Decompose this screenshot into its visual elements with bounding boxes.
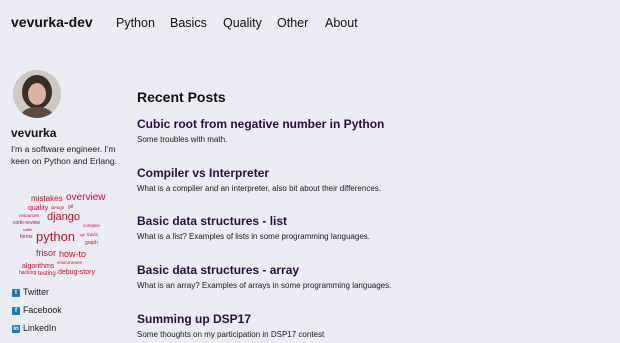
post-item: Basic data structures - array What is an… xyxy=(137,263,607,290)
tag-travis[interactable]: travis xyxy=(87,232,98,238)
post-title[interactable]: Cubic root from negative number in Pytho… xyxy=(137,117,607,131)
top-navigation: vevurka-dev Python Basics Quality Other … xyxy=(0,0,620,48)
post-description: What is a compiler and an interpreter, a… xyxy=(137,184,381,193)
tag-algorithms[interactable]: algorithms xyxy=(22,263,54,270)
tag-quality[interactable]: quality xyxy=(28,205,48,212)
social-linkedin-label[interactable]: LinkedIn xyxy=(23,323,56,333)
tag-design[interactable]: design xyxy=(51,205,64,211)
nav-item-other[interactable]: Other xyxy=(277,16,308,30)
tag-overview[interactable]: overview xyxy=(66,193,105,203)
tag-complex[interactable]: complex xyxy=(83,223,100,229)
tag-graph[interactable]: graph xyxy=(85,241,98,246)
nav-item-basics[interactable]: Basics xyxy=(170,16,207,30)
tag-cpl[interactable]: cpl xyxy=(80,233,85,237)
social-twitter-label[interactable]: Twitter xyxy=(23,287,49,297)
tag-code-review[interactable]: code-review xyxy=(13,221,40,226)
tag-frisor[interactable]: frisor xyxy=(36,249,56,258)
tag-mistakes[interactable]: mistakes xyxy=(31,195,63,203)
avatar xyxy=(13,70,61,118)
tag-how-to[interactable]: how-to xyxy=(59,250,86,259)
tag-cloud: mistakes overview quality design git res… xyxy=(10,192,120,282)
post-title[interactable]: Compiler vs Interpreter xyxy=(137,166,607,180)
nav-item-about[interactable]: About xyxy=(325,16,358,30)
tag-git[interactable]: git xyxy=(68,205,73,210)
post-item: Summing up DSP17 Some thoughts on my par… xyxy=(137,312,607,339)
tag-debug-story[interactable]: debug-story xyxy=(58,269,95,276)
tag-testing[interactable]: testing xyxy=(38,271,56,277)
tag-hacking[interactable]: hacking xyxy=(19,271,36,276)
post-description: Some troubles with math. xyxy=(137,135,228,144)
post-title[interactable]: Summing up DSP17 xyxy=(137,312,607,326)
tag-forms[interactable]: forms xyxy=(20,235,33,240)
author-bio: I'm a software engineer. I'm keen on Pyt… xyxy=(11,144,118,166)
site-brand[interactable]: vevurka-dev xyxy=(11,14,93,30)
post-item: Basic data structures - list What is a l… xyxy=(137,214,607,241)
section-title: Recent Posts xyxy=(137,89,226,105)
twitter-icon: t xyxy=(12,289,20,297)
avatar-portrait-icon xyxy=(13,70,61,118)
post-description: What is a list? Examples of lists in som… xyxy=(137,232,370,241)
nav-item-python[interactable]: Python xyxy=(116,16,155,30)
tag-django[interactable]: django xyxy=(47,212,80,223)
tag-environment[interactable]: environment xyxy=(57,260,82,266)
tag-koffie[interactable]: koffie xyxy=(23,228,33,232)
post-title[interactable]: Basic data structures - array xyxy=(137,263,607,277)
tag-python[interactable]: python xyxy=(36,230,75,243)
post-description: What is an array? Examples of arrays in … xyxy=(137,281,392,290)
facebook-icon: f xyxy=(12,307,20,315)
author-name: vevurka xyxy=(11,126,57,140)
post-item: Compiler vs Interpreter What is a compil… xyxy=(137,166,607,193)
post-item: Cubic root from negative number in Pytho… xyxy=(137,117,607,144)
nav-item-quality[interactable]: Quality xyxy=(223,16,262,30)
linkedin-icon: in xyxy=(12,325,20,333)
social-facebook-label[interactable]: Facebook xyxy=(23,305,62,315)
tag-resources[interactable]: resources xyxy=(19,213,39,219)
post-description: Some thoughts on my participation in DSP… xyxy=(137,330,325,339)
post-title[interactable]: Basic data structures - list xyxy=(137,214,607,228)
